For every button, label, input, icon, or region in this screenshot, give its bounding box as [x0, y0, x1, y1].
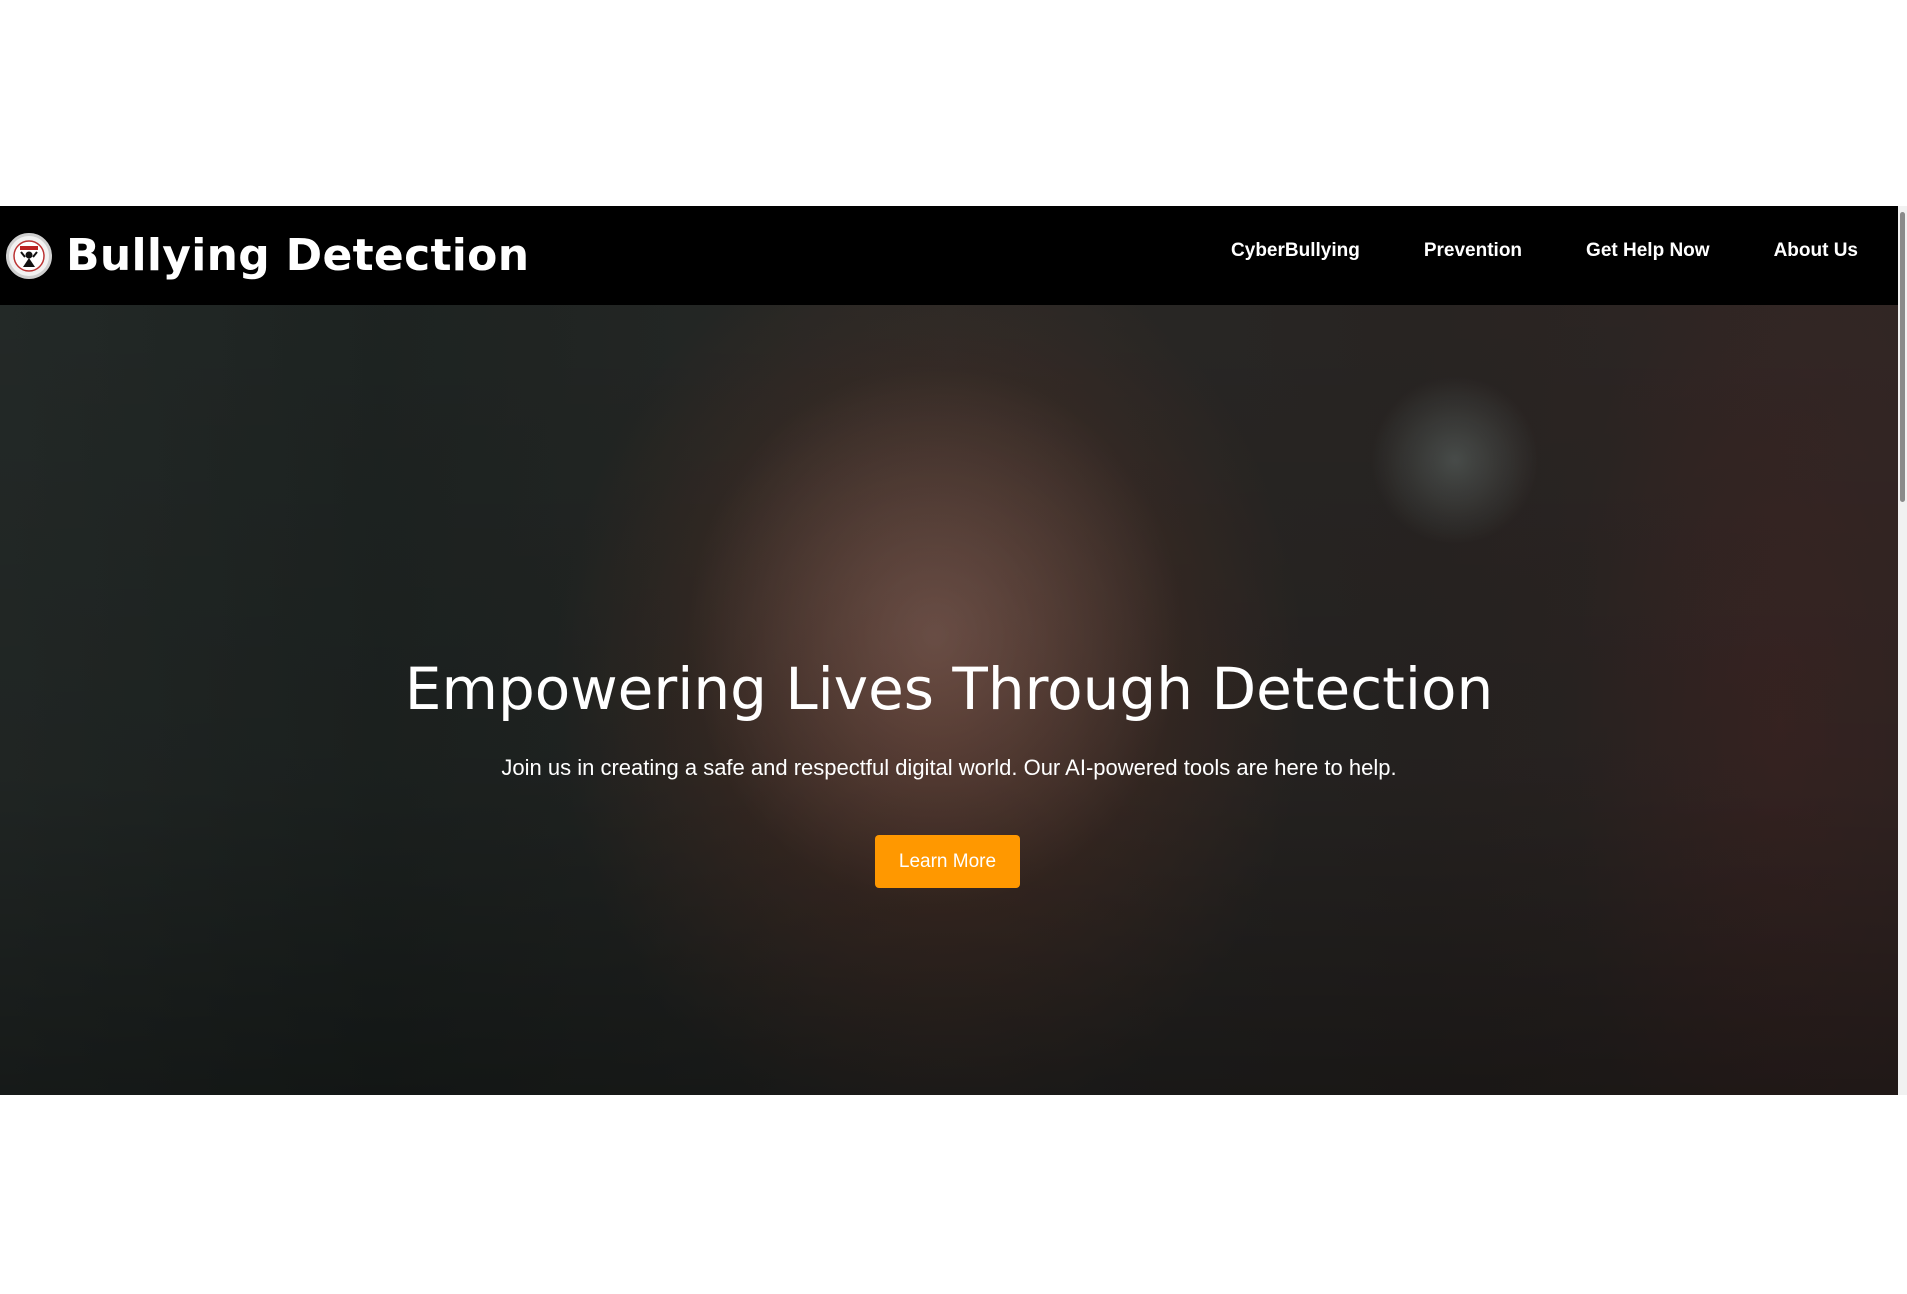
nav-link-prevention[interactable]: Prevention — [1424, 240, 1522, 262]
top-navbar: Bullying Detection CyberBullying Prevent… — [0, 206, 1898, 305]
nav-link-get-help-now[interactable]: Get Help Now — [1586, 240, 1710, 262]
vertical-scrollbar[interactable] — [1898, 206, 1907, 1095]
nav-link-cyberbullying[interactable]: CyberBullying — [1231, 240, 1360, 262]
scrollbar-thumb[interactable] — [1900, 212, 1905, 502]
learn-more-button[interactable]: Learn More — [875, 835, 1020, 888]
brand-title: Bullying Detection — [66, 230, 530, 281]
shield-figure-logo-icon — [6, 232, 52, 279]
hero-title: Empowering Lives Through Detection — [404, 655, 1494, 723]
hero-section: Empowering Lives Through Detection Join … — [0, 305, 1898, 1095]
nav-links: CyberBullying Prevention Get Help Now Ab… — [1167, 240, 1858, 262]
hero-content: Empowering Lives Through Detection Join … — [0, 305, 1898, 1095]
browser-viewport: Bullying Detection CyberBullying Prevent… — [0, 206, 1907, 1095]
hero-subtitle: Join us in creating a safe and respectfu… — [501, 755, 1397, 780]
brand[interactable]: Bullying Detection — [6, 230, 529, 281]
nav-link-about-us[interactable]: About Us — [1774, 240, 1858, 262]
